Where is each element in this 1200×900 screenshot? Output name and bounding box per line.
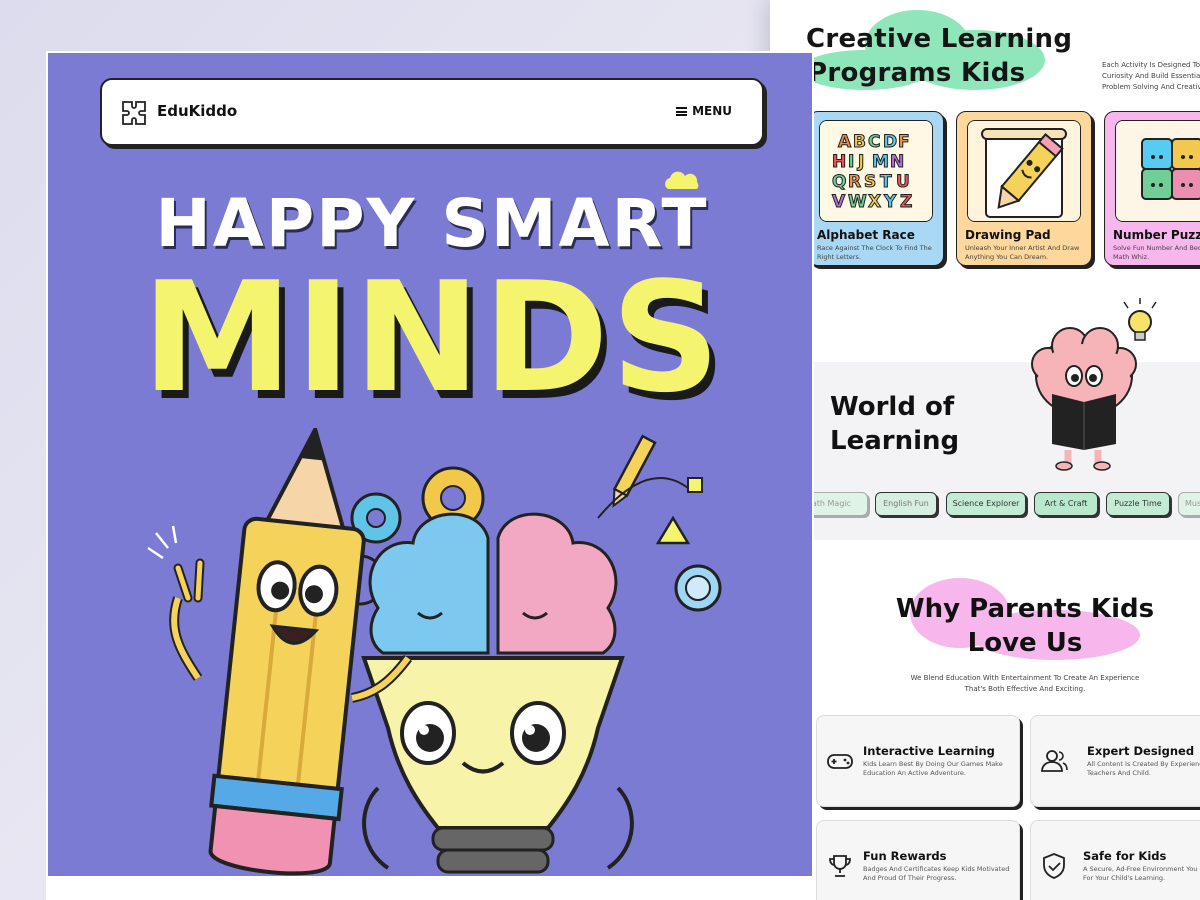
svg-text:R: R [848, 172, 861, 192]
feature-title: Expert Designed [1087, 744, 1195, 758]
program-card-desc: Unleash Your Inner Artist And Draw Anyth… [965, 244, 1080, 261]
feature-card-fun-rewards: Fun Rewards Badges And Certificates Keep… [816, 820, 1020, 900]
brand-name[interactable]: EduKiddo [157, 102, 237, 120]
category-chip-art-craft[interactable]: Art & Craft [1034, 492, 1098, 516]
feature-title: Interactive Learning [863, 744, 995, 758]
svg-text:S: S [864, 172, 876, 192]
svg-text:U: U [896, 172, 910, 192]
hero-page: EduKiddo MENU HAPPY SMART MINDS [46, 51, 814, 900]
headline-main: MINDS [141, 249, 723, 426]
hamburger-icon [676, 107, 688, 116]
hero-illustration [147, 428, 722, 876]
feature-desc: Kids Learn Best By Doing Our Games Make … [863, 760, 1003, 777]
gamepad-icon [827, 754, 853, 769]
why-title: Why Parents Kids Love Us [895, 594, 1155, 658]
world-title: World of Learning [830, 392, 960, 456]
svg-text:D: D [883, 132, 897, 152]
category-chip-puzzle-time[interactable]: Puzzle Time [1106, 492, 1170, 516]
feature-card-expert-designed: Expert Designed All Content Is Created B… [1030, 715, 1200, 807]
svg-text:I: I [848, 152, 854, 172]
menu-button[interactable]: MENU [676, 104, 732, 118]
programs-description: Each Activity Is Designed To Curiosity A… [1102, 61, 1200, 91]
trophy-icon [829, 855, 851, 877]
program-card-title: Number Puzzles [1113, 228, 1200, 242]
program-card-drawing-pad[interactable]: Drawing Pad Unleash Your Inner Artist An… [956, 111, 1092, 266]
feature-card-interactive-learning: Interactive Learning Kids Learn Best By … [816, 715, 1020, 807]
feature-desc: All Content Is Created By Experienced Te… [1087, 760, 1200, 777]
svg-text:Y: Y [883, 192, 897, 212]
svg-text:X: X [868, 192, 881, 212]
svg-text:H: H [832, 152, 846, 172]
program-card-number-puzzles[interactable]: Number Puzzles Solve Fun Number And Beco… [1104, 111, 1200, 266]
feature-title: Safe for Kids [1083, 849, 1167, 863]
svg-text:Q: Q [832, 172, 846, 192]
svg-text:N: N [890, 152, 904, 172]
svg-text:V: V [832, 192, 846, 212]
program-card-alphabet-race[interactable]: ABCDF HIJMN QRSTU VWXYZ Alphabet Race Ra… [808, 111, 944, 266]
feature-desc: A Secure, Ad-Free Environment You Can Tr… [1083, 865, 1200, 882]
svg-text:W: W [848, 192, 867, 212]
program-card-title: Alphabet Race [817, 228, 915, 242]
svg-text:Z: Z [900, 192, 912, 212]
svg-text:T: T [880, 172, 892, 192]
users-icon [1041, 750, 1068, 772]
top-navbar: EduKiddo MENU [100, 78, 764, 146]
svg-text:A: A [838, 132, 852, 152]
category-chip-music[interactable]: Music [1178, 492, 1200, 516]
programs-title: Creative Learning Programs Kids [806, 24, 1073, 88]
brain-reading-mascot [1031, 298, 1157, 471]
svg-text:F: F [898, 132, 910, 152]
program-card-desc: Solve Fun Number And Become A Math Whiz. [1113, 244, 1200, 261]
feature-desc: Badges And Certificates Keep Kids Motiva… [863, 865, 1010, 882]
alphabet-illustration: ABCDF HIJMN QRSTU VWXYZ [819, 120, 933, 222]
drawing-pad-illustration [967, 120, 1081, 222]
category-chip-english-fun[interactable]: English Fun [875, 492, 937, 516]
category-chip-science-explorer[interactable]: Science Explorer [946, 492, 1026, 516]
feature-card-safe-for-kids: Safe for Kids A Secure, Ad-Free Environm… [1030, 820, 1200, 900]
secondary-page: Creative Learning Programs Kids Each Act… [770, 0, 1200, 900]
program-card-title: Drawing Pad [965, 228, 1051, 242]
why-description: We Blend Education With Entertainment To… [910, 674, 1140, 693]
svg-text:C: C [868, 132, 880, 152]
svg-text:J: J [857, 152, 864, 172]
svg-text:B: B [853, 132, 866, 152]
shield-check-icon [1043, 853, 1065, 879]
number-puzzle-illustration [1115, 120, 1200, 222]
feature-title: Fun Rewards [863, 849, 947, 863]
svg-text:M: M [872, 152, 889, 172]
puzzle-logo-icon [122, 101, 146, 125]
hero-bottom-strip [48, 876, 812, 898]
program-card-desc: Race Against The Clock To Find The Right… [817, 244, 932, 261]
